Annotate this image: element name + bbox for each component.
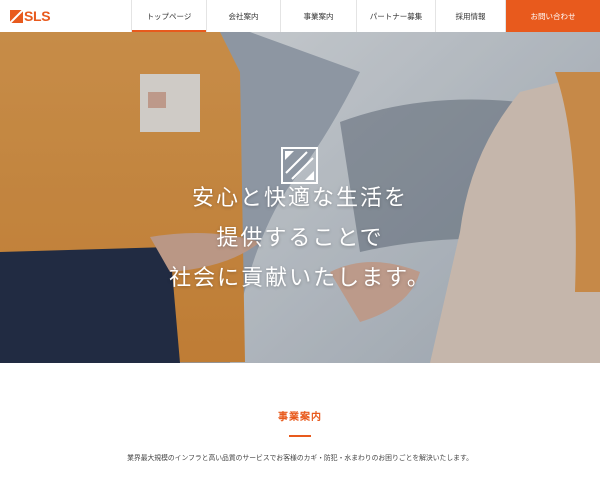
nav-item-company[interactable]: 会社案内 [206, 0, 280, 32]
contact-button[interactable]: お問い合わせ [506, 0, 600, 32]
hero-tagline-line: 安心と快適な生活を [191, 186, 408, 211]
site-header: SLS トップページ 会社案内 事業案内 パートナー募集 採用情報 お問い合わせ [0, 0, 600, 32]
hero-tagline-line: 提供することで [216, 226, 384, 251]
section-title: 事業案内 [278, 412, 322, 423]
section-title-underline [289, 435, 311, 437]
logo-mark-icon [10, 9, 23, 23]
nav-item-partner[interactable]: パートナー募集 [356, 0, 435, 32]
business-section: 事業案内 業界最大規模のインフラと高い品質のサービスでお客様のカギ・防犯・水まわ… [0, 363, 600, 480]
hero-tagline-line: 社会に貢献いたします。 [169, 266, 431, 291]
site-logo[interactable]: SLS [10, 8, 51, 24]
nav-item-business[interactable]: 事業案内 [280, 0, 356, 32]
hero-banner: 安心と快適な生活を 提供することで 社会に貢献いたします。 [0, 32, 600, 363]
section-description: 業界最大規模のインフラと高い品質のサービスでお客様のカギ・防犯・水まわりのお困り… [127, 454, 473, 462]
hero-tagline: 安心と快適な生活を 提供することで 社会に貢献いたします。 [0, 179, 600, 299]
logo-text: SLS [24, 8, 51, 24]
global-nav: トップページ 会社案内 事業案内 パートナー募集 採用情報 [131, 0, 506, 32]
nav-item-top[interactable]: トップページ [131, 0, 206, 32]
nav-item-recruit[interactable]: 採用情報 [435, 0, 506, 32]
